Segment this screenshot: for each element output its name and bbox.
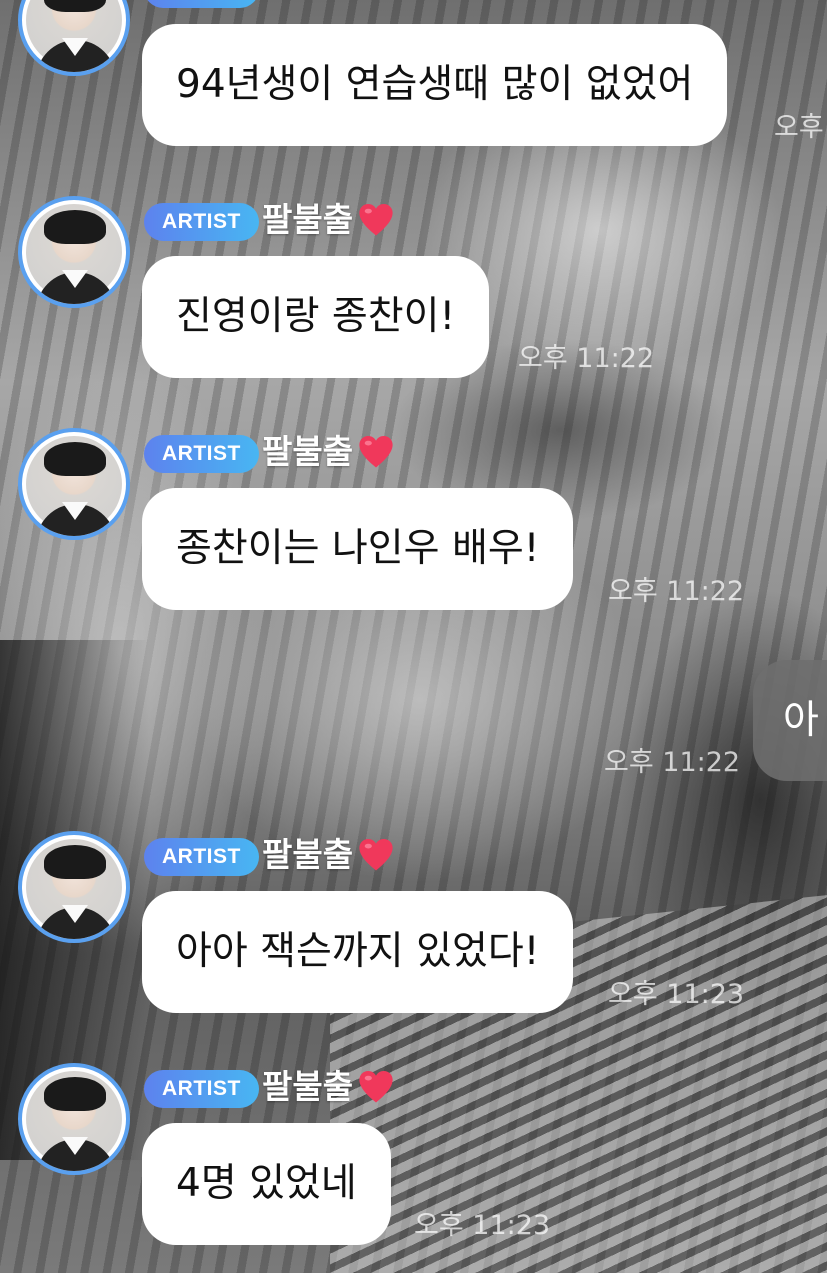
message-time: 오후 11:22 [608,576,745,607]
chat-screen: ARTIST 94년생이 연습생때 많이 없었어 오후 ARTIST 팔불출 진… [0,0,827,1273]
message-time: 오후 [774,112,824,143]
artist-badge: ARTIST [144,838,259,876]
sender-name-text: 팔불출 [262,200,354,239]
message-text: 종찬이는 나인우 배우! [176,526,540,571]
message-time: 오후 11:23 [608,979,745,1010]
artist-avatar[interactable] [18,428,130,540]
message-text: 94년생이 연습생때 많이 없었어 [176,62,694,107]
heart-icon [359,838,393,871]
sender-name[interactable]: 팔불출 [262,835,395,875]
message-bubble[interactable]: 아아 잭슨까지 있었다! [142,891,574,1013]
my-message-bubble[interactable]: 아 [753,660,827,781]
heart-icon [359,1070,393,1103]
sender-name[interactable]: 팔불출 [262,1067,395,1107]
artist-avatar[interactable] [18,1063,130,1175]
sender-name[interactable]: 팔불출 [262,200,395,240]
sender-name-text: 팔불출 [262,1067,354,1106]
message-bubble[interactable]: 4명 있었네 [142,1123,391,1245]
sender-name-text: 팔불출 [262,835,354,874]
sender-name-text: 팔불출 [262,432,354,471]
message-bubble[interactable]: 94년생이 연습생때 많이 없었어 [142,24,728,146]
artist-avatar[interactable] [18,831,130,943]
message-time: 오후 11:22 [518,343,655,374]
avatar-hair [44,1077,106,1111]
sender-name[interactable]: 팔불출 [262,432,395,472]
artist-badge: ARTIST [144,435,259,473]
avatar-hair [44,845,106,879]
message-bubble[interactable]: 종찬이는 나인우 배우! [142,488,574,610]
message-text: 진영이랑 종찬이! [176,294,456,339]
artist-badge: ARTIST [144,203,259,241]
artist-avatar[interactable] [18,196,130,308]
message-time: 오후 11:23 [414,1210,551,1241]
heart-icon [359,203,393,236]
my-message-text: 아 [783,698,819,743]
artist-badge: ARTIST [144,1070,259,1108]
avatar-hair [44,210,106,244]
message-bubble[interactable]: 진영이랑 종찬이! [142,256,490,378]
message-text: 아아 잭슨까지 있었다! [176,929,540,974]
my-message-time: 오후 11:22 [604,747,741,778]
heart-icon [359,435,393,468]
avatar-hair [44,442,106,476]
message-text: 4명 있었네 [176,1161,357,1206]
artist-badge: ARTIST [144,0,259,8]
